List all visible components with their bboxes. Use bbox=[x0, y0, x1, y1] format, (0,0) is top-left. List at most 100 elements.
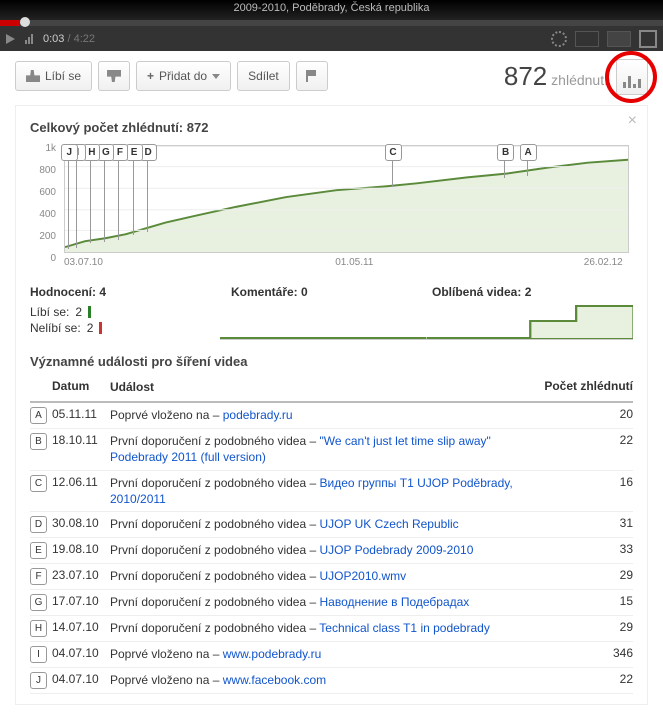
event-desc: Poprvé vloženo na – www.facebook.com bbox=[110, 672, 553, 688]
video-player[interactable]: 2009-2010, Poděbrady, Česká republika 0:… bbox=[0, 0, 663, 51]
event-link[interactable]: Technical class T1 in podebrady bbox=[319, 621, 490, 635]
add-to-button[interactable]: + Přidat do bbox=[136, 61, 231, 91]
fullscreen-icon[interactable] bbox=[639, 30, 657, 48]
chart-marker-F: F bbox=[111, 144, 128, 161]
event-count: 346 bbox=[553, 646, 633, 660]
event-link[interactable]: UJOP UK Czech Republic bbox=[319, 517, 458, 531]
event-letter: E bbox=[30, 542, 47, 559]
event-date: 14.07.10 bbox=[52, 620, 110, 634]
event-count: 29 bbox=[553, 620, 633, 634]
close-icon[interactable]: × bbox=[628, 112, 637, 130]
event-row: D30.08.10První doporučení z podobného vi… bbox=[30, 512, 633, 538]
plus-icon: + bbox=[147, 69, 154, 83]
event-row: I 04.07.10Poprvé vloženo na – www.podebra… bbox=[30, 642, 633, 668]
chart-marker-E: E bbox=[126, 144, 143, 161]
time-display: 0:03 / 4:22 bbox=[43, 33, 95, 45]
events-title: Významné události pro šíření videa bbox=[30, 354, 633, 369]
chart-marker-B: B bbox=[497, 144, 514, 161]
event-date: 05.11.11 bbox=[52, 407, 110, 421]
favorites-mini-chart bbox=[427, 303, 634, 340]
event-count: 22 bbox=[553, 433, 633, 447]
seek-bar[interactable] bbox=[0, 20, 663, 26]
event-row: E 19.08.10První doporučení z podobného vi… bbox=[30, 538, 633, 564]
comments-mini-chart bbox=[220, 303, 427, 340]
event-link[interactable]: "We can't just let time slip away" Podeb… bbox=[110, 434, 491, 464]
event-link[interactable]: UJOP2010.wmv bbox=[319, 569, 406, 583]
event-desc: První doporučení z podobného videa – Нав… bbox=[110, 594, 553, 610]
dislike-button[interactable] bbox=[98, 61, 130, 91]
event-letter: I bbox=[30, 646, 47, 663]
event-letter: G bbox=[30, 594, 47, 611]
dislikes-row: Nelíbí se: 2 bbox=[30, 321, 220, 335]
statistics-button[interactable] bbox=[616, 59, 648, 95]
event-row: B 18.10.11První doporučení z podobného vi… bbox=[30, 429, 633, 470]
event-desc: Poprvé vloženo na – podebrady.ru bbox=[110, 407, 553, 423]
views-chart: 1k8006004002000 ABCDEFGHIJ 03.07.1001.05… bbox=[30, 143, 633, 273]
event-date: 30.08.10 bbox=[52, 516, 110, 530]
event-count: 33 bbox=[553, 542, 633, 556]
share-button[interactable]: Sdílet bbox=[237, 61, 290, 91]
chevron-down-icon bbox=[212, 74, 220, 79]
event-desc: Poprvé vloženo na – www.podebrady.ru bbox=[110, 646, 553, 662]
theater-icon[interactable] bbox=[607, 31, 631, 47]
gear-icon[interactable] bbox=[551, 31, 567, 47]
view-count: 872 zhlédnutí bbox=[504, 61, 608, 92]
event-count: 29 bbox=[553, 568, 633, 582]
chart-marker-C: C bbox=[385, 144, 402, 161]
event-desc: První doporučení z podobného videa – "We… bbox=[110, 433, 553, 465]
thumb-up-icon bbox=[26, 70, 40, 82]
event-count: 15 bbox=[553, 594, 633, 608]
event-row: H 14.07.10První doporučení z podobného vi… bbox=[30, 616, 633, 642]
events-section: Významné události pro šíření videa Datum… bbox=[30, 354, 633, 694]
event-letter: J bbox=[30, 672, 47, 689]
statistics-panel: × Celkový počet zhlédnutí: 872 1k8006004… bbox=[15, 105, 648, 705]
flag-icon bbox=[306, 70, 318, 82]
event-date: 23.07.10 bbox=[52, 568, 110, 582]
event-count: 20 bbox=[553, 407, 633, 421]
seek-handle-icon[interactable] bbox=[20, 17, 30, 27]
chart-marker-J: J bbox=[61, 144, 78, 161]
event-row: J 04.07.10Poprvé vloženo na – www.faceboo… bbox=[30, 668, 633, 694]
event-desc: První doporučení z podobného videa – Вид… bbox=[110, 475, 553, 507]
event-date: 04.07.10 bbox=[52, 672, 110, 686]
event-desc: První doporučení z podobného videa – Tec… bbox=[110, 620, 553, 636]
event-row: A 05.11.11Poprvé vloženo na – podebrady.r… bbox=[30, 403, 633, 429]
thumb-down-icon bbox=[107, 70, 121, 82]
event-row: C 12.06.11První doporučení z podobného vi… bbox=[30, 471, 633, 512]
event-link[interactable]: Видео группы T1 UJOP Poděbrady, 2010/201… bbox=[110, 476, 513, 506]
event-letter: H bbox=[30, 620, 47, 637]
event-link[interactable]: www.podebrady.ru bbox=[223, 647, 322, 661]
sizemode-icon[interactable] bbox=[575, 31, 599, 47]
event-date: 12.06.11 bbox=[52, 475, 110, 489]
event-letter: B bbox=[30, 433, 47, 450]
event-date: 17.07.10 bbox=[52, 594, 110, 608]
event-letter: C bbox=[30, 475, 47, 492]
event-desc: První doporučení z podobného videa – UJO… bbox=[110, 568, 553, 584]
event-link[interactable]: www.facebook.com bbox=[223, 673, 326, 687]
panel-title: Celkový počet zhlédnutí: 872 bbox=[30, 120, 633, 135]
volume-icon[interactable] bbox=[25, 34, 33, 44]
event-date: 04.07.10 bbox=[52, 646, 110, 660]
event-count: 16 bbox=[553, 475, 633, 489]
event-count: 31 bbox=[553, 516, 633, 530]
event-link[interactable]: podebrady.ru bbox=[223, 408, 293, 422]
event-letter: A bbox=[30, 407, 47, 424]
event-date: 18.10.11 bbox=[52, 433, 110, 447]
flag-button[interactable] bbox=[296, 61, 328, 91]
event-letter: F bbox=[30, 568, 47, 585]
bar-chart-icon bbox=[623, 82, 626, 88]
chart-marker-A: A bbox=[520, 144, 537, 161]
event-count: 22 bbox=[553, 672, 633, 686]
event-row: G 17.07.10První doporučení z podobného vi… bbox=[30, 590, 633, 616]
event-date: 19.08.10 bbox=[52, 542, 110, 556]
event-link[interactable]: UJOP Podebrady 2009-2010 bbox=[319, 543, 473, 557]
play-icon[interactable] bbox=[6, 34, 15, 44]
like-button[interactable]: Líbí se bbox=[15, 61, 92, 91]
action-bar: Líbí se + Přidat do Sdílet 872 zhlédnutí bbox=[0, 51, 663, 105]
video-overlay-title: 2009-2010, Poděbrady, Česká republika bbox=[233, 2, 429, 14]
event-desc: První doporučení z podobného videa – UJO… bbox=[110, 542, 553, 558]
likes-row: Líbí se: 2 bbox=[30, 305, 220, 319]
event-letter: D bbox=[30, 516, 47, 533]
event-link[interactable]: Наводнение в Подебрадах bbox=[319, 595, 469, 609]
event-row: F 23.07.10První doporučení z podobného vi… bbox=[30, 564, 633, 590]
